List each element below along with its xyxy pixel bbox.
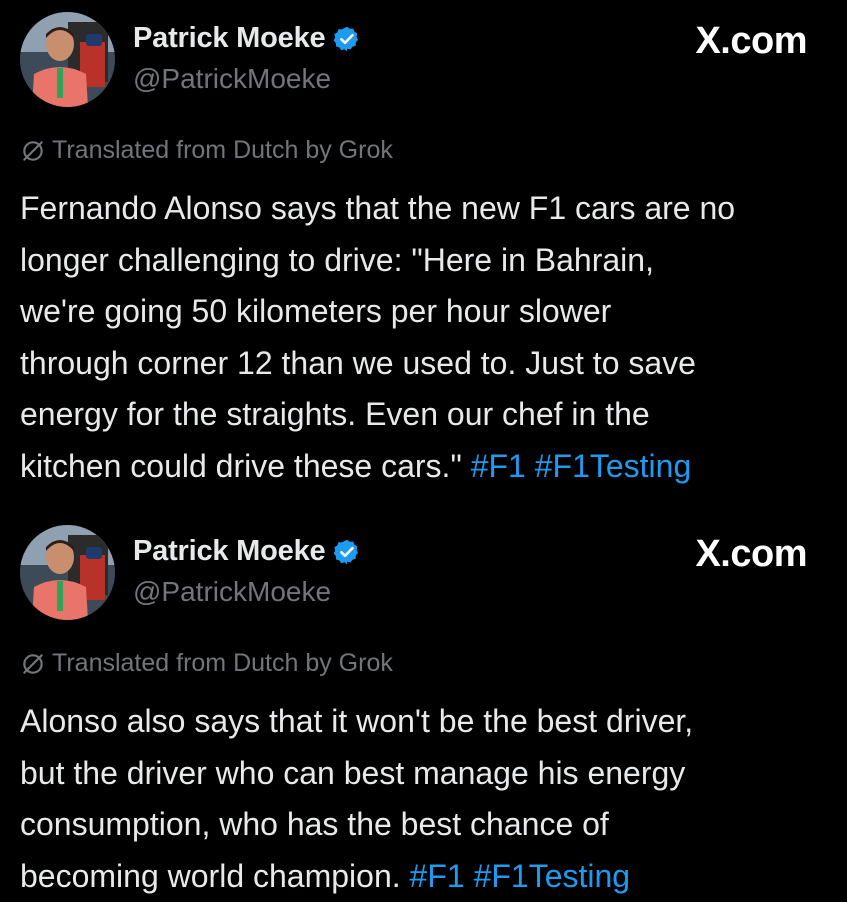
tweet-text-line: energy for the straights. Even our chef … (20, 396, 650, 433)
translation-notice[interactable]: Translated from Dutch by Grok (20, 136, 393, 165)
tweet-text-line-last: kitchen could drive these cars." #F1 #F1… (20, 441, 835, 493)
author-name-row: Patrick Moeke (133, 22, 361, 55)
tweet-text-line: Fernando Alonso says that the new F1 car… (20, 190, 736, 226)
x-brand-logo: X.com (695, 533, 807, 575)
verified-badge-icon (334, 539, 359, 564)
tweet-text-line: Alonso also says that it won't be the be… (20, 703, 694, 739)
tweet-text-segment: kitchen could drive these cars." (20, 447, 471, 484)
hashtag-link[interactable]: #F1Testing (474, 858, 631, 894)
tweet-text: Alonso also says that it won't be the be… (20, 696, 835, 902)
tweet-text-line: through corner 12 than we used to. Just … (20, 344, 696, 381)
author-display-name[interactable]: Patrick Moeke (133, 535, 326, 568)
grok-icon (23, 140, 43, 161)
translation-label: Translated from Dutch by Grok (52, 136, 393, 164)
avatar-photo (20, 12, 115, 107)
hashtag-link[interactable]: #F1Testing (535, 448, 692, 484)
author-handle[interactable]: @PatrickMoeke (133, 63, 331, 95)
hashtag-link[interactable]: #F1 (410, 858, 465, 894)
avatar[interactable] (20, 525, 115, 620)
tweet-text-line-last: becoming world champion. #F1 #F1Testing (20, 851, 835, 902)
tweet-text-line: we're going 50 kilometers per hour slowe… (20, 293, 612, 330)
grok-icon (23, 653, 43, 674)
avatar[interactable] (20, 12, 115, 107)
translation-notice[interactable]: Translated from Dutch by Grok (20, 649, 393, 678)
author-display-name[interactable]: Patrick Moeke (133, 22, 326, 55)
tweet-text-line: but the driver who can best manage his e… (20, 754, 686, 791)
verified-badge-icon (334, 26, 359, 51)
tweet-text-segment: becoming world champion. (20, 857, 410, 894)
x-brand-logo: X.com (695, 20, 807, 62)
avatar-photo (20, 525, 115, 620)
author-handle[interactable]: @PatrickMoeke (133, 576, 331, 608)
tweet-text-line: longer challenging to drive: "Here in Ba… (20, 241, 654, 278)
author-name-row: Patrick Moeke (133, 535, 361, 568)
tweet-text-line: consumption, who has the best chance of (20, 806, 609, 843)
hashtag-link[interactable]: #F1 (471, 448, 526, 484)
translation-label: Translated from Dutch by Grok (52, 649, 393, 677)
tweet-text: Fernando Alonso says that the new F1 car… (20, 183, 835, 493)
